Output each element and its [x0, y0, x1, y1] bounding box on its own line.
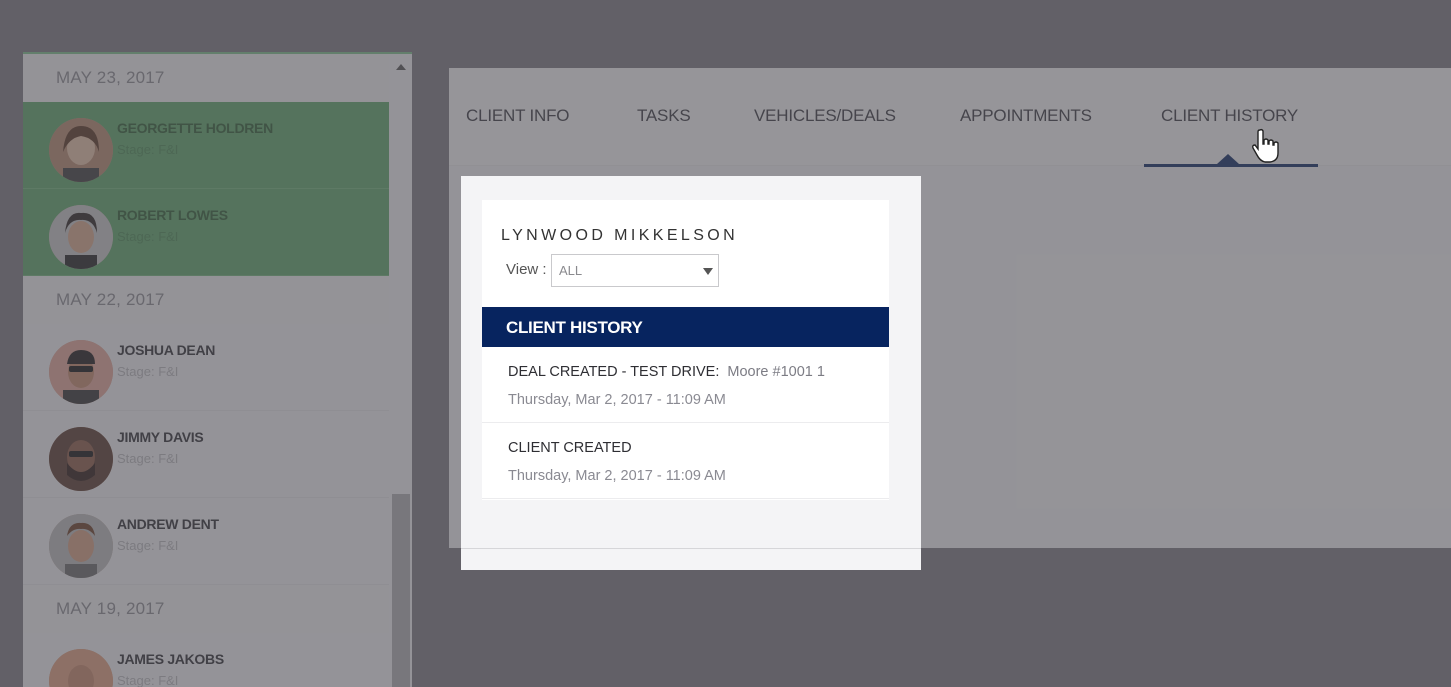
active-tab-underline: [1144, 164, 1318, 167]
client-stage: Stage: F&I: [117, 673, 179, 687]
view-filter-select[interactable]: ALL: [551, 254, 719, 287]
scroll-up-arrow-icon[interactable]: [396, 64, 406, 70]
tab-tasks[interactable]: TASKS: [637, 106, 691, 126]
avatar: [49, 118, 113, 182]
avatar: [49, 514, 113, 578]
client-list-panel: MAY 23, 2017 GEORGETTE HOLDREN Stage: F&…: [23, 52, 412, 687]
client-item-andrew-dent[interactable]: ANDREW DENT Stage: F&I: [23, 498, 389, 585]
history-entry-time: Thursday, Mar 2, 2017 - 11:09 AM: [508, 392, 726, 408]
client-list: MAY 23, 2017 GEORGETTE HOLDREN Stage: F&…: [23, 54, 389, 687]
chevron-down-icon: [703, 268, 713, 275]
scroll-thumb[interactable]: [392, 494, 410, 687]
client-stage: Stage: F&I: [117, 142, 179, 157]
client-item-james-jakobs[interactable]: JAMES JAKOBS Stage: F&I: [23, 633, 389, 687]
history-entry: CLIENT CREATED Thursday, Mar 2, 2017 - 1…: [482, 423, 889, 499]
history-entry-label: DEAL CREATED - TEST DRIVE: Moore #1001 1: [508, 364, 825, 380]
history-entry-event: DEAL CREATED - TEST DRIVE:: [508, 364, 720, 380]
avatar: [49, 649, 113, 687]
client-stage: Stage: F&I: [117, 364, 179, 379]
history-entry-time: Thursday, Mar 2, 2017 - 11:09 AM: [508, 468, 726, 484]
client-item-robert-lowes[interactable]: ROBERT LOWES Stage: F&I: [23, 189, 389, 276]
client-item-jimmy-davis[interactable]: JIMMY DAVIS Stage: F&I: [23, 411, 389, 498]
client-history-title: CLIENT HISTORY: [506, 318, 643, 337]
tab-appointments[interactable]: APPOINTMENTS: [960, 106, 1092, 126]
client-name: ROBERT LOWES: [117, 207, 228, 223]
tab-client-history[interactable]: CLIENT HISTORY: [1161, 106, 1298, 126]
history-entry-label: CLIENT CREATED: [508, 440, 632, 456]
client-name: JIMMY DAVIS: [117, 429, 204, 445]
tab-bar: CLIENT INFO TASKS VEHICLES/DEALS APPOINT…: [449, 68, 1451, 167]
view-label: View :: [506, 261, 547, 278]
divider: [461, 548, 921, 549]
history-entry: DEAL CREATED - TEST DRIVE: Moore #1001 1 …: [482, 347, 889, 423]
hand-cursor-icon: [1252, 128, 1279, 163]
client-name: JAMES JAKOBS: [117, 651, 224, 667]
avatar: [49, 205, 113, 269]
spotlight-region: LYNWOOD MIKKELSON View : ALL CLIENT HIST…: [461, 176, 921, 570]
client-name: GEORGETTE HOLDREN: [117, 120, 273, 136]
history-entry-event: CLIENT CREATED: [508, 440, 632, 456]
client-history-header: CLIENT HISTORY: [482, 307, 889, 347]
client-item-joshua-dean[interactable]: JOSHUA DEAN Stage: F&I: [23, 324, 389, 411]
client-item-georgette-holdren[interactable]: GEORGETTE HOLDREN Stage: F&I: [23, 102, 389, 189]
date-header: MAY 22, 2017: [23, 276, 389, 324]
client-history-card: LYNWOOD MIKKELSON View : ALL CLIENT HIST…: [482, 200, 889, 500]
client-stage: Stage: F&I: [117, 451, 179, 466]
active-tab-caret-icon: [1217, 154, 1239, 164]
view-select-value: ALL: [559, 263, 583, 278]
client-stage: Stage: F&I: [117, 538, 179, 553]
history-entry-detail: Moore #1001 1: [727, 364, 825, 380]
client-name: JOSHUA DEAN: [117, 342, 216, 358]
client-stage: Stage: F&I: [117, 229, 179, 244]
client-title: LYNWOOD MIKKELSON: [501, 227, 739, 244]
client-name: ANDREW DENT: [117, 516, 219, 532]
date-header: MAY 23, 2017: [23, 54, 389, 102]
avatar: [49, 427, 113, 491]
avatar: [49, 340, 113, 404]
tab-client-info[interactable]: CLIENT INFO: [466, 106, 569, 126]
scrollbar[interactable]: [389, 54, 412, 687]
date-header: MAY 19, 2017: [23, 585, 389, 633]
tab-vehicles-deals[interactable]: VEHICLES/DEALS: [754, 106, 896, 126]
